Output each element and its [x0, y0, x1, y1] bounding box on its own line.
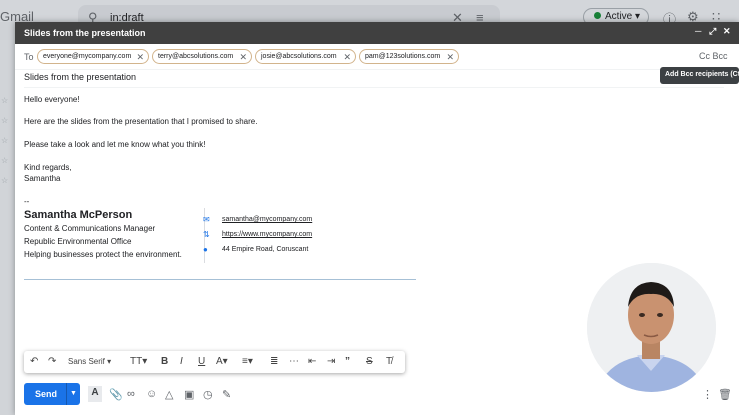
compose-title: Slides from the presentation: [24, 28, 146, 38]
presenter-avatar: [587, 263, 716, 392]
bcc-link[interactable]: Bcc: [713, 51, 728, 61]
signature-name: Samantha McPerson: [24, 209, 133, 221]
indent-more-icon[interactable]: ⇥: [327, 356, 335, 367]
signature-office: Republic Environmental Office: [24, 237, 132, 246]
location-pin-icon: ●: [203, 245, 208, 254]
signature-pen-icon[interactable]: ✎: [222, 388, 231, 401]
presenter-image: [587, 263, 716, 392]
font-select-value: Sans Serif: [68, 357, 105, 366]
numbered-list-icon[interactable]: ≣: [270, 356, 278, 367]
recipient-address: josie@abcsolutions.com: [261, 53, 337, 60]
recipient-address: terry@abcsolutions.com: [158, 53, 234, 60]
remove-recipient-icon[interactable]: ✕: [239, 52, 247, 63]
compose-titlebar[interactable]: Slides from the presentation ─ ⤢ ✕: [15, 22, 739, 44]
emoji-icon[interactable]: ☺: [146, 388, 157, 400]
recipient-chip[interactable]: josie@abcsolutions.com ✕: [255, 49, 356, 64]
recipient-address: everyone@mycompany.com: [43, 53, 132, 60]
remove-recipient-icon[interactable]: ✕: [446, 52, 454, 63]
bold-icon[interactable]: B: [161, 356, 168, 367]
recipient-address: pam@123solutions.com: [365, 53, 441, 60]
remove-recipient-icon[interactable]: ✕: [136, 52, 144, 63]
signature-title: Content & Communications Manager: [24, 224, 156, 233]
font-select[interactable]: Sans Serif ▾: [68, 357, 111, 366]
signature-email-row[interactable]: ✉ samantha@mycompany.com: [203, 215, 312, 224]
body-line[interactable]: Samantha: [24, 174, 60, 183]
minimize-icon[interactable]: ─: [695, 26, 701, 36]
link-icon: ⇅: [203, 230, 210, 239]
star-icon: ☆: [1, 96, 9, 105]
signature-address-row: ● 44 Empire Road, Coruscant: [203, 245, 309, 254]
signature-address: 44 Empire Road, Coruscant: [222, 246, 309, 253]
insert-photo-icon[interactable]: ▣: [184, 388, 194, 401]
text-size-icon[interactable]: TT▾: [130, 356, 147, 367]
signature-tagline: Helping businesses protect the environme…: [24, 250, 182, 259]
bcc-tooltip: Add Bcc recipients (Ct: [660, 67, 739, 84]
subject-field[interactable]: Slides from the presentation: [24, 72, 136, 82]
mail-list-sidebar: ☆ ☆ ☆ ☆ ☆: [0, 40, 15, 415]
recipient-chip[interactable]: pam@123solutions.com ✕: [359, 49, 459, 64]
send-label: Send: [35, 389, 58, 399]
body-line[interactable]: Please take a look and let me know what …: [24, 140, 205, 149]
cc-link[interactable]: Cc: [699, 51, 710, 61]
underline-icon[interactable]: U: [198, 356, 205, 367]
recipient-chip[interactable]: everyone@mycompany.com ✕: [37, 49, 149, 64]
recipients-row[interactable]: To everyone@mycompany.com ✕ terry@abcsol…: [15, 44, 739, 70]
star-icon: ☆: [1, 116, 9, 125]
active-dot-icon: [594, 12, 601, 19]
star-icon: ☆: [1, 136, 9, 145]
status-label: Active: [605, 11, 633, 22]
remove-recipient-icon[interactable]: ✕: [343, 52, 351, 63]
italic-icon[interactable]: I: [180, 356, 183, 367]
subject-divider: [24, 87, 724, 88]
cc-bcc-links[interactable]: Cc Bcc: [699, 51, 728, 61]
remove-formatting-icon[interactable]: T̸: [386, 356, 392, 367]
formatting-toolbar: ↶ ↷ Sans Serif ▾ TT▾ B I U A▾ ≡▾ ≣ ⋯ ⇤ ⇥…: [24, 351, 405, 373]
signature-email[interactable]: samantha@mycompany.com: [222, 216, 312, 223]
strikethrough-icon[interactable]: S: [366, 356, 373, 367]
indent-less-icon[interactable]: ⇤: [308, 356, 316, 367]
discard-draft-icon[interactable]: 🗑: [718, 388, 732, 401]
close-icon[interactable]: ✕: [723, 26, 731, 37]
mail-icon: ✉: [203, 215, 210, 224]
confidential-mode-icon[interactable]: ◷: [203, 388, 213, 401]
body-line[interactable]: Here are the slides from the presentatio…: [24, 117, 257, 126]
bulleted-list-icon[interactable]: ⋯: [289, 356, 299, 367]
undo-icon[interactable]: ↶: [30, 356, 38, 367]
signature-separator: --: [24, 197, 30, 206]
text-color-icon[interactable]: A▾: [216, 356, 228, 367]
to-label: To: [24, 52, 34, 62]
signature-rule: [24, 279, 416, 280]
body-line[interactable]: Kind regards,: [24, 163, 72, 172]
expand-icon[interactable]: ⤢: [709, 26, 716, 37]
send-button[interactable]: Send ▼: [24, 383, 80, 405]
formatting-options-icon[interactable]: A: [88, 386, 102, 402]
quote-icon[interactable]: ”: [345, 356, 350, 367]
attach-icon[interactable]: 📎: [109, 388, 123, 401]
insert-link-icon[interactable]: ∞: [127, 388, 135, 400]
more-options-icon[interactable]: ⋮: [702, 388, 713, 401]
signature-website[interactable]: https://www.mycompany.com: [222, 231, 312, 238]
schedule-send-dropdown[interactable]: ▼: [66, 383, 80, 405]
star-icon: ☆: [1, 176, 9, 185]
signature-website-row[interactable]: ⇅ https://www.mycompany.com: [203, 230, 312, 239]
star-icon: ☆: [1, 156, 9, 165]
body-line[interactable]: Hello everyone!: [24, 95, 80, 104]
recipient-chip[interactable]: terry@abcsolutions.com ✕: [152, 49, 252, 64]
drive-icon[interactable]: △: [165, 388, 173, 401]
redo-icon[interactable]: ↷: [48, 356, 56, 367]
align-icon[interactable]: ≡▾: [242, 356, 253, 367]
